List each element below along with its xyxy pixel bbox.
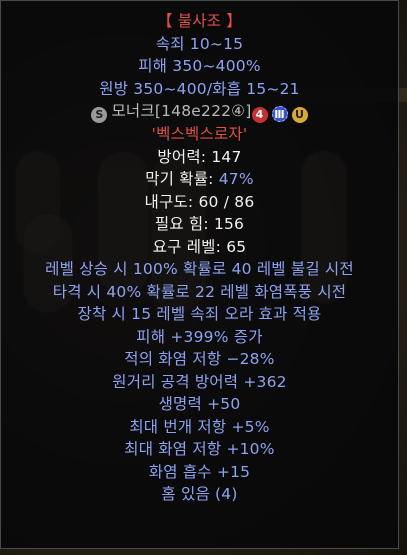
magic-property: 장착 시 15 레벨 속죄 오라 효과 적용 <box>77 305 322 323</box>
required-level-line: 요구 레벨: 65 <box>1 236 398 259</box>
stat-line: 속죄 10~15 <box>155 34 244 53</box>
magic-property: 최대 번개 저항 +5% <box>129 417 270 436</box>
required-level-label: 요구 레벨: <box>152 237 222 256</box>
magic-property: 타격 시 40% 확률로 22 레벨 화염폭풍 시전 <box>52 282 347 301</box>
gold-u-icon: U <box>291 107 308 123</box>
socket-line: S 모너크[148e222④] 4 Ⅲ U <box>1 100 398 123</box>
item-name: 【 불사조 】 <box>156 12 243 30</box>
required-level-value: 65 <box>226 237 247 256</box>
durability-label: 내구도: <box>144 192 194 211</box>
required-strength-label: 필요 힘: <box>154 215 209 233</box>
defense-label: 방어력: <box>157 147 207 166</box>
magic-property: 레벨 상승 시 100% 확률로 40 레벨 불길 시전 <box>45 260 354 278</box>
magic-property: 화염 흡수 +15 <box>148 462 251 481</box>
defense-line: 방어력: 147 <box>1 146 398 169</box>
stat-line: 원방 350~400/화흡 15~21 <box>99 79 300 98</box>
magic-property: 적의 화염 저항 −28% <box>124 350 275 368</box>
magic-property: 피해 +399% 증가 <box>136 327 263 346</box>
red-four-icon: 4 <box>251 107 268 123</box>
item-base-type: '벡스벡스로자' <box>151 125 248 143</box>
socket-line-text: 모너크[148e222④] <box>111 102 252 120</box>
stat-line: 피해 350~400% <box>138 57 261 75</box>
item-tooltip: 【 불사조 】 속죄 10~15 피해 350~400% 원방 350~400/… <box>0 0 399 549</box>
magic-property: 생명력 +50 <box>158 395 241 413</box>
block-label: 막기 확률: <box>145 170 214 188</box>
silver-s-icon: S <box>91 107 108 123</box>
durability-line: 내구도: 60 / 86 <box>1 191 398 214</box>
block-line: 막기 확률: 47% <box>1 168 398 191</box>
defense-value: 147 <box>211 147 242 166</box>
required-strength-line: 필요 힘: 156 <box>1 213 398 236</box>
magic-property: 최대 화염 저항 +10% <box>124 440 275 458</box>
durability-value: 60 / 86 <box>198 192 255 211</box>
blue-three-icon: Ⅲ <box>271 106 288 122</box>
magic-property: 원거리 공격 방어력 +362 <box>112 372 287 391</box>
socket-count: 홈 있음 (4) <box>161 485 238 503</box>
required-strength-value: 156 <box>213 215 245 233</box>
block-value: 47% <box>218 170 254 188</box>
